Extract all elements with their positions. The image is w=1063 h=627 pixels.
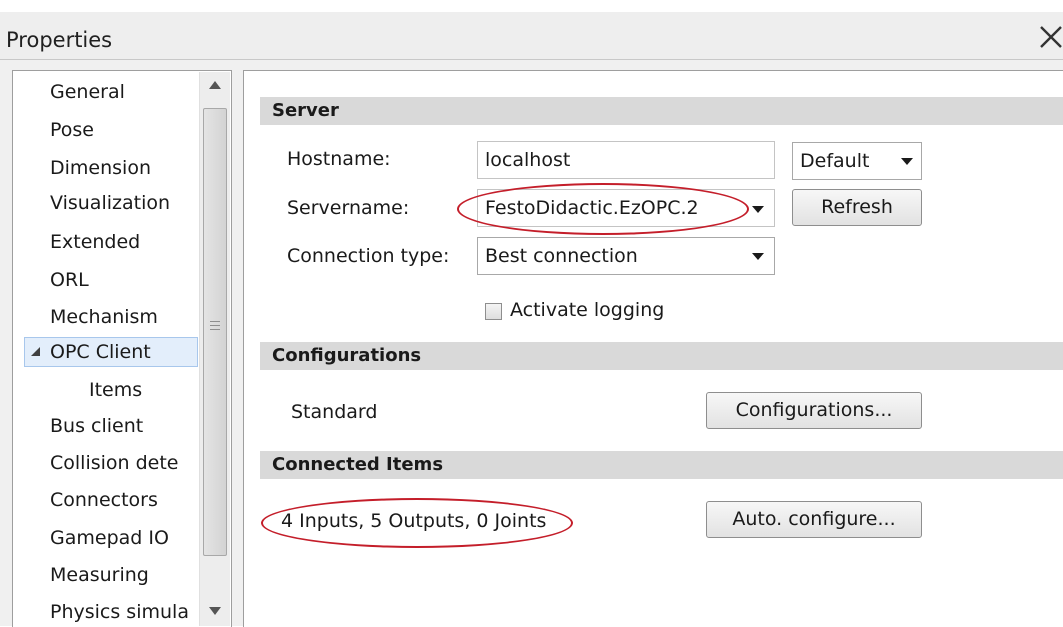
auto-configure-button[interactable]: Auto. configure... bbox=[706, 501, 922, 538]
window-title: Properties bbox=[6, 28, 113, 52]
expander-triangle-icon[interactable] bbox=[31, 347, 40, 356]
nav-item-bus-client[interactable]: Bus client bbox=[50, 411, 143, 441]
nav-item-opc-client[interactable]: OPC Client bbox=[50, 337, 151, 367]
tree-scrollbar[interactable] bbox=[199, 72, 230, 626]
servername-label: Servername: bbox=[287, 197, 410, 219]
nav-item-general[interactable]: General bbox=[50, 77, 125, 107]
configurations-button[interactable]: Configurations... bbox=[706, 392, 922, 429]
nav-item-extended[interactable]: Extended bbox=[50, 227, 140, 257]
nav-item-gamepad-io[interactable]: Gamepad IO bbox=[50, 523, 169, 553]
properties-window: Properties General Pose Dimension Visual… bbox=[0, 0, 1063, 627]
connected-items-section-header: Connected Items bbox=[260, 451, 1063, 479]
nav-item-connectors[interactable]: Connectors bbox=[50, 485, 158, 515]
servername-highlight-ellipse bbox=[457, 183, 749, 235]
scroll-up-button[interactable] bbox=[203, 76, 227, 94]
title-bar: Properties bbox=[0, 12, 1063, 60]
dropdown-arrow-icon bbox=[752, 206, 764, 213]
nav-item-collision-detection[interactable]: Collision dete bbox=[50, 448, 179, 478]
nav-item-items[interactable]: Items bbox=[89, 375, 142, 405]
server-section-header: Server bbox=[260, 97, 1063, 125]
dropdown-arrow-icon bbox=[901, 158, 913, 165]
nav-item-physics-simulation[interactable]: Physics simula bbox=[50, 597, 189, 627]
connection-type-dropdown[interactable]: Best connection bbox=[477, 237, 775, 275]
hostname-mode-dropdown[interactable]: Default bbox=[792, 142, 922, 180]
nav-item-pose[interactable]: Pose bbox=[50, 115, 94, 145]
thumb-grip bbox=[210, 329, 220, 330]
hostname-label: Hostname: bbox=[287, 148, 391, 170]
nav-item-mechanism[interactable]: Mechanism bbox=[50, 302, 158, 332]
connection-type-value: Best connection bbox=[485, 245, 638, 267]
close-button[interactable] bbox=[1034, 20, 1063, 54]
top-strip bbox=[0, 0, 1063, 12]
activate-logging-label[interactable]: Activate logging bbox=[510, 299, 664, 321]
scroll-down-arrow-icon bbox=[209, 607, 221, 615]
opc-client-properties-panel: Server Hostname: localhost Default Serve… bbox=[243, 70, 1063, 627]
dropdown-arrow-icon bbox=[752, 253, 764, 260]
connection-type-label: Connection type: bbox=[287, 245, 450, 267]
nav-item-dimension[interactable]: Dimension bbox=[50, 153, 151, 183]
activate-logging-checkbox[interactable] bbox=[485, 303, 502, 320]
current-configuration-value: Standard bbox=[291, 401, 378, 423]
hostname-input[interactable]: localhost bbox=[477, 141, 775, 179]
hostname-mode-value: Default bbox=[800, 150, 870, 172]
scroll-down-button[interactable] bbox=[203, 602, 227, 620]
thumb-grip bbox=[210, 321, 220, 322]
nav-item-measuring[interactable]: Measuring bbox=[50, 560, 149, 590]
refresh-button[interactable]: Refresh bbox=[792, 189, 922, 226]
scroll-up-arrow-icon bbox=[209, 81, 221, 89]
configurations-section-header: Configurations bbox=[260, 342, 1063, 370]
nav-item-visualization[interactable]: Visualization bbox=[50, 188, 170, 218]
nav-item-orl[interactable]: ORL bbox=[50, 265, 89, 295]
connected-items-highlight-ellipse bbox=[261, 498, 573, 548]
thumb-grip bbox=[210, 325, 220, 326]
close-icon bbox=[1040, 26, 1062, 48]
scroll-thumb[interactable] bbox=[203, 108, 227, 556]
